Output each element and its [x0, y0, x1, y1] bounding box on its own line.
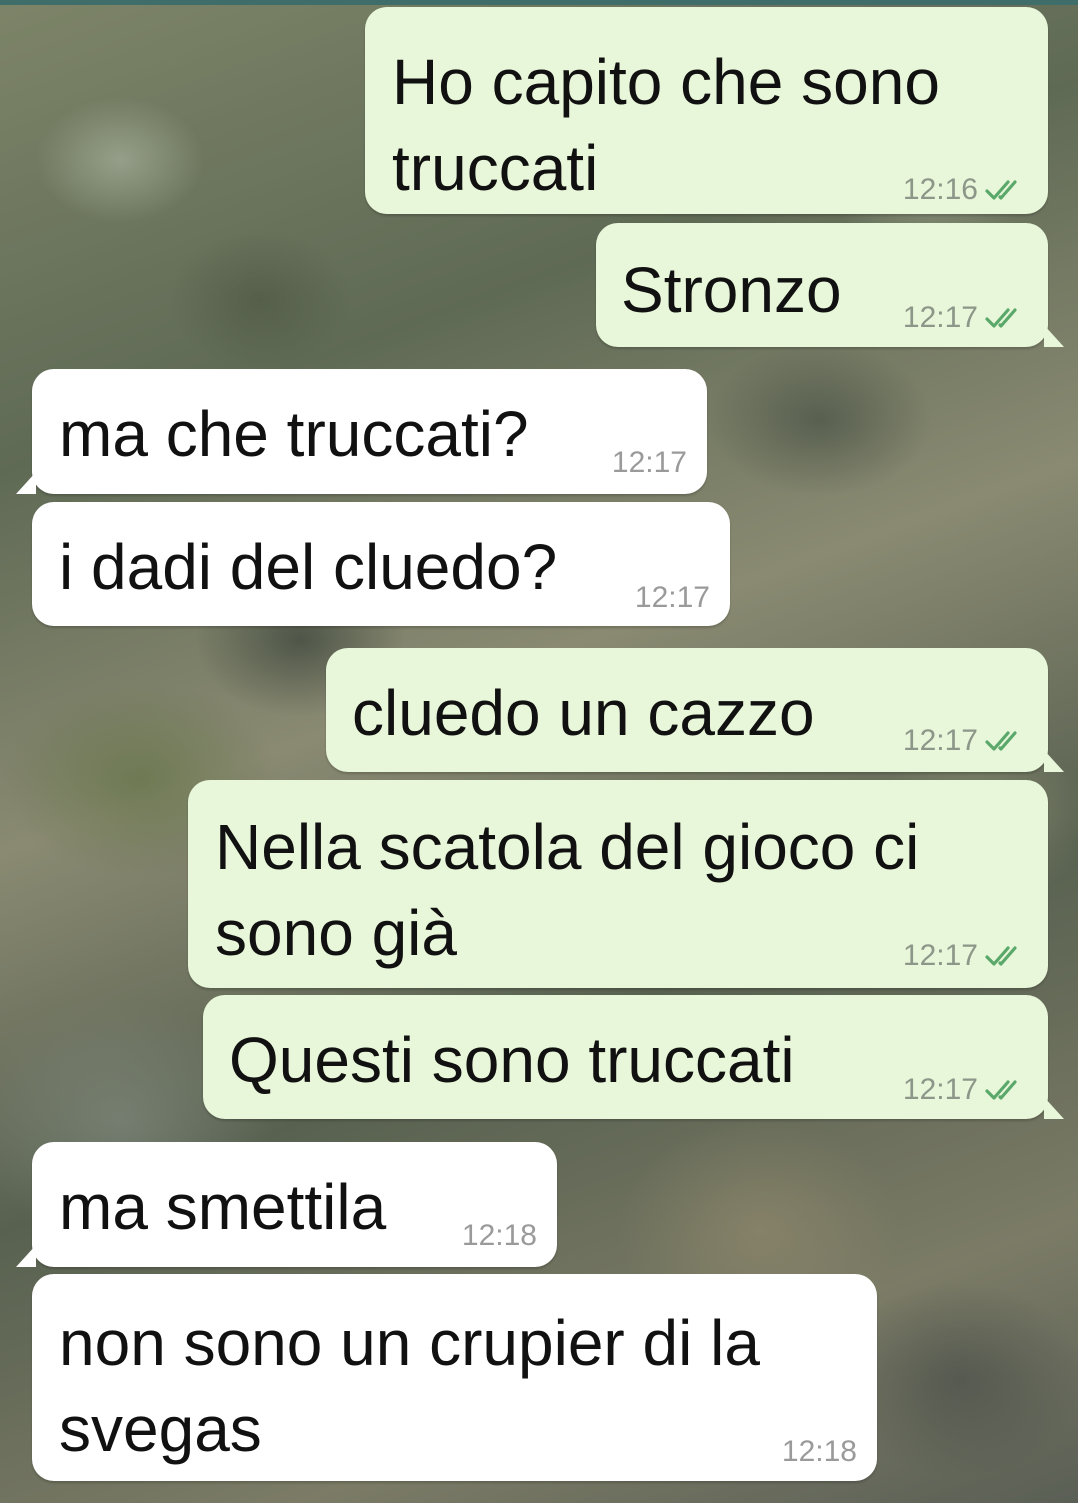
message-meta: 12:17: [612, 448, 687, 478]
message-bubble-outgoing[interactable]: Stronzo 12:17: [596, 223, 1064, 347]
message-time: 12:18: [781, 1435, 857, 1468]
message-time: 12:18: [461, 1219, 537, 1252]
message-text: Nella scatola del gioco ci sono già: [215, 811, 920, 969]
message-bubble-outgoing[interactable]: Nella scatola del gioco ci sono già 12:1…: [188, 780, 1048, 988]
message-time: 12:17: [902, 939, 978, 972]
message-text: Stronzo: [621, 254, 842, 326]
message-time: 12:17: [611, 446, 687, 479]
double-check-icon: [985, 308, 1017, 328]
message-meta: 12:17: [903, 726, 1030, 756]
message-meta: 12:16: [903, 175, 1030, 205]
double-check-icon: [985, 180, 1017, 200]
message-text: ma che truccati?: [59, 398, 529, 470]
message-bubble-incoming[interactable]: ma che truccati? 12:17: [16, 369, 707, 494]
message-meta: 12:18: [462, 1221, 537, 1251]
message-text: Ho capito che sono truccati: [392, 46, 940, 204]
message-bubble-incoming[interactable]: ma smettila 12:18: [16, 1142, 557, 1267]
message-text: cluedo un cazzo: [352, 677, 815, 749]
double-check-icon: [985, 731, 1017, 751]
chat-message-list[interactable]: Ho capito che sono truccati 12:16 Stronz…: [0, 0, 1078, 1503]
message-text: Questi sono truccati: [229, 1024, 795, 1096]
message-bubble-incoming[interactable]: non sono un crupier di la svegas 12:18: [32, 1274, 877, 1481]
double-check-icon: [985, 946, 1017, 966]
message-text: i dadi del cluedo?: [59, 531, 558, 603]
message-time: 12:17: [902, 724, 978, 757]
message-time: 12:17: [902, 1073, 978, 1106]
message-meta: 12:17: [903, 941, 1030, 971]
double-check-icon: [985, 1080, 1017, 1100]
message-bubble-outgoing[interactable]: cluedo un cazzo 12:17: [326, 648, 1064, 772]
message-bubble-outgoing[interactable]: Questi sono truccati 12:17: [203, 995, 1064, 1119]
message-meta: 12:18: [782, 1437, 857, 1467]
message-text: ma smettila: [59, 1171, 387, 1243]
message-bubble-incoming[interactable]: i dadi del cluedo? 12:17: [32, 502, 730, 626]
message-meta: 12:17: [903, 303, 1030, 333]
message-meta: 12:17: [635, 583, 710, 613]
message-time: 12:17: [902, 301, 978, 334]
message-time: 12:17: [634, 581, 710, 614]
message-time: 12:16: [902, 173, 978, 206]
message-text: non sono un crupier di la svegas: [59, 1307, 760, 1465]
message-meta: 12:17: [903, 1075, 1030, 1105]
message-bubble-outgoing[interactable]: Ho capito che sono truccati 12:16: [365, 7, 1048, 214]
